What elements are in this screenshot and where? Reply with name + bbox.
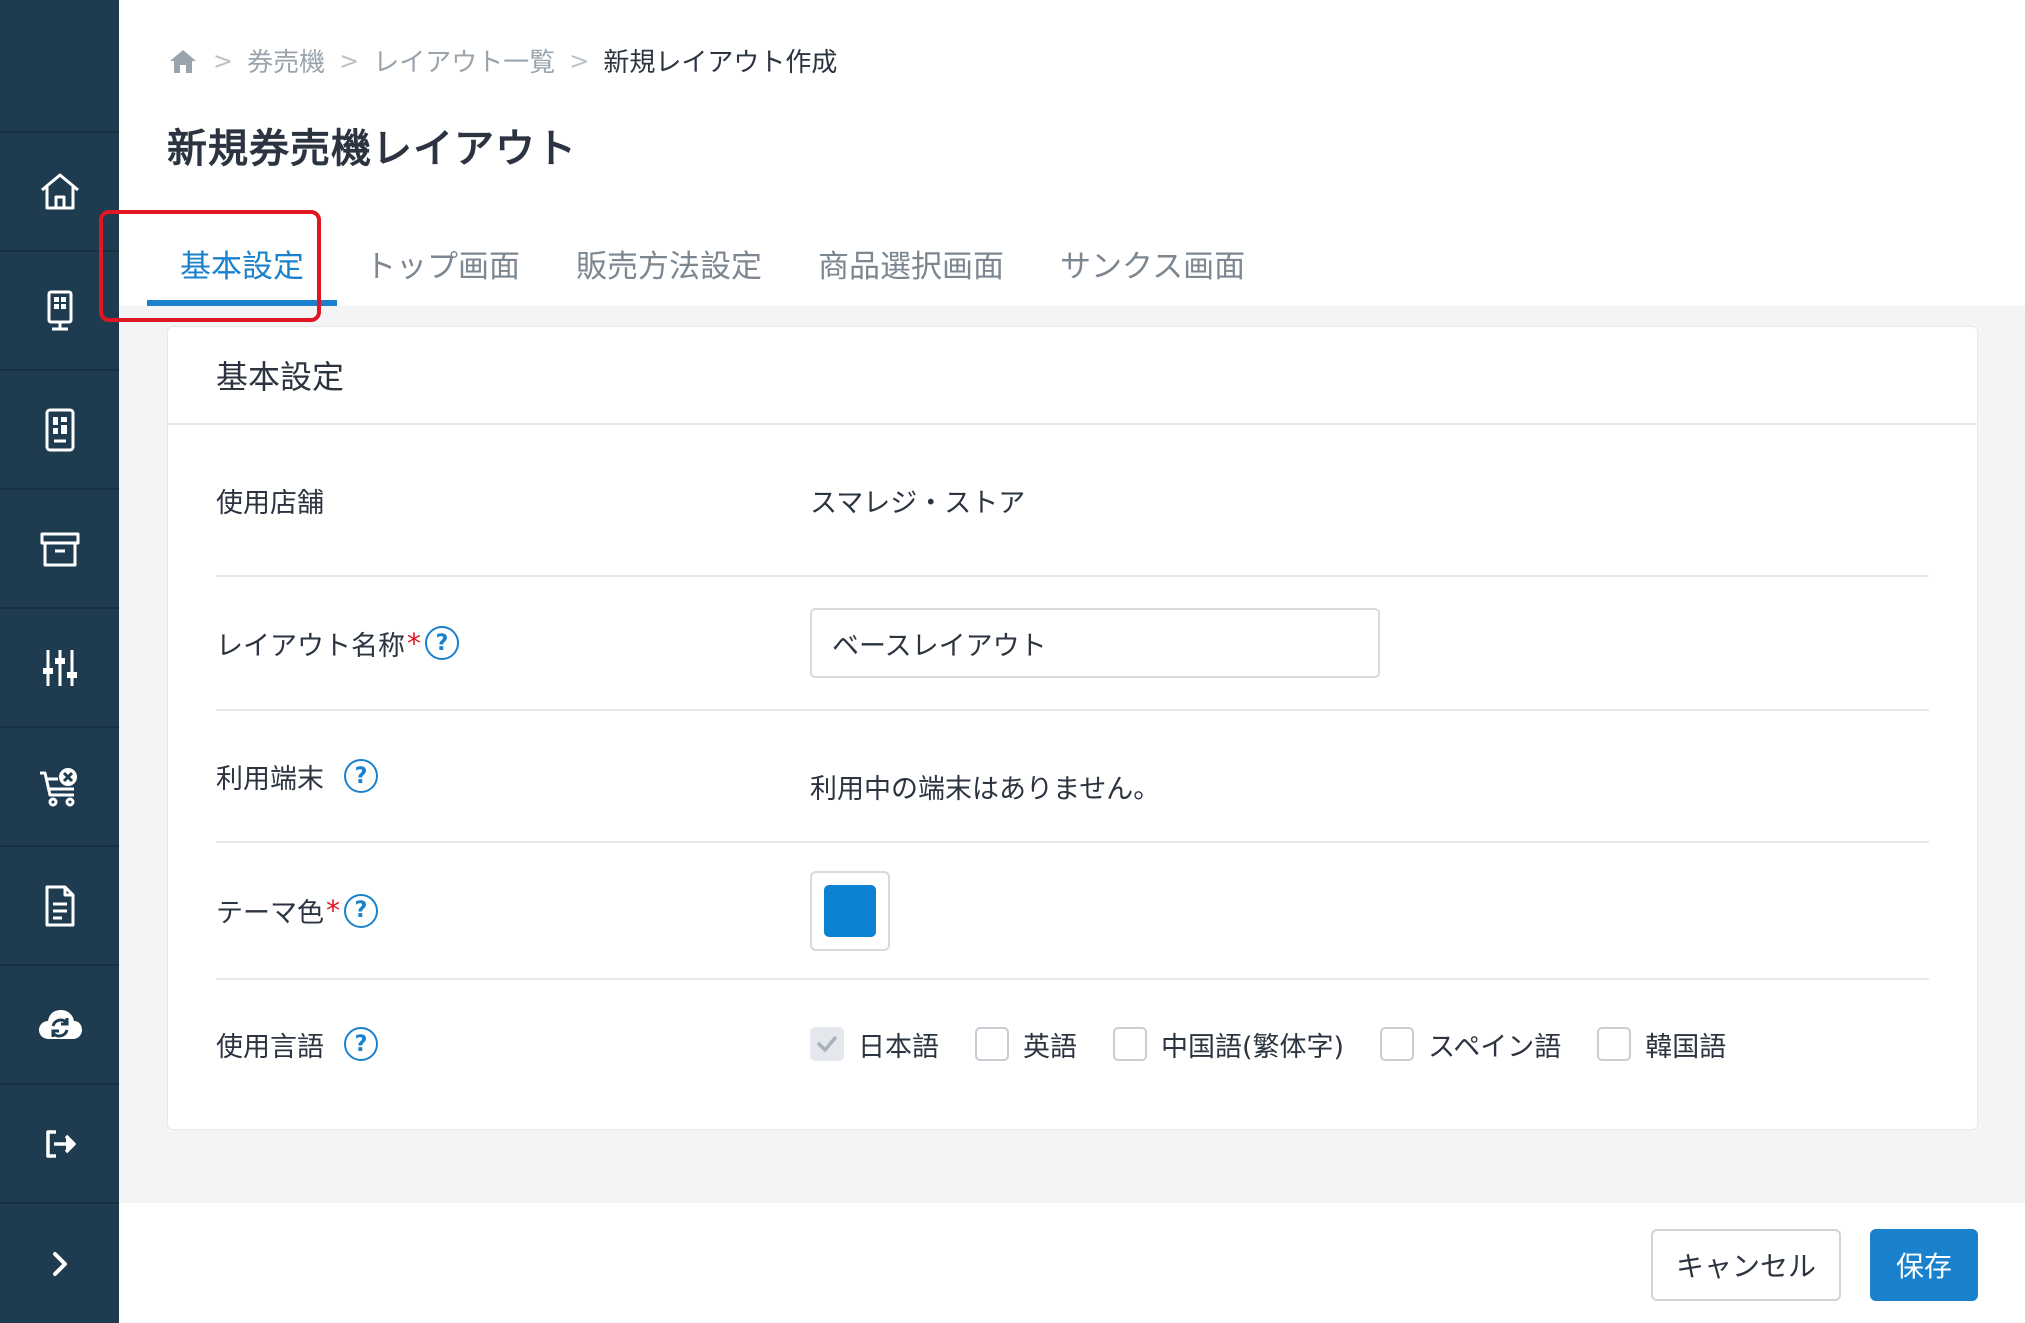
kiosk-icon bbox=[47, 290, 72, 330]
language-label: 韓国語 bbox=[1645, 1031, 1727, 1063]
sidebar bbox=[0, 0, 119, 1323]
breadcrumb-separator: > bbox=[213, 46, 234, 75]
settings-form: 使用店舗 スマレジ・ストア レイアウト名称 * ? 利用端末 bbox=[168, 425, 1977, 1108]
terminal-label-text: 利用端末 bbox=[216, 763, 324, 795]
language-label: 日本語 bbox=[858, 1031, 939, 1063]
logout-icon bbox=[45, 1129, 76, 1158]
language-option-japanese[interactable]: 日本語 bbox=[810, 1025, 939, 1064]
help-icon[interactable]: ? bbox=[344, 759, 378, 793]
required-mark: * bbox=[407, 626, 421, 660]
sidebar-item-settings[interactable] bbox=[0, 609, 119, 728]
sidebar-item-logout[interactable] bbox=[0, 1085, 119, 1204]
sidebar-header bbox=[0, 0, 119, 133]
checkbox-spanish[interactable] bbox=[1380, 1027, 1415, 1061]
sidebar-item-kiosk[interactable] bbox=[0, 252, 119, 371]
theme-color-label: テーマ色 * ? bbox=[216, 891, 810, 930]
theme-color-swatch bbox=[824, 884, 876, 937]
sidebar-item-document[interactable] bbox=[0, 847, 119, 966]
language-option-korean[interactable]: 韓国語 bbox=[1597, 1025, 1726, 1064]
home-icon bbox=[170, 49, 196, 73]
breadcrumb-separator: > bbox=[339, 46, 360, 75]
archive-icon bbox=[40, 532, 79, 566]
help-icon[interactable]: ? bbox=[344, 1027, 378, 1061]
checkbox-chinese-traditional[interactable] bbox=[1113, 1027, 1147, 1061]
footer-actions: キャンセル 保存 bbox=[119, 1203, 2025, 1323]
card-title: 基本設定 bbox=[168, 327, 1977, 425]
breadcrumb-current: 新規レイアウト作成 bbox=[603, 48, 838, 78]
cart-cancel-icon bbox=[39, 767, 77, 806]
main-content: > 券売機 > レイアウト一覧 > 新規レイアウト作成 新規券売機レイアウト 基… bbox=[99, 0, 2025, 1323]
page-title: 新規券売機レイアウト bbox=[167, 126, 577, 172]
page-header: > 券売機 > レイアウト一覧 > 新規レイアウト作成 新規券売機レイアウト 基… bbox=[99, 0, 2025, 322]
chevron-right-icon bbox=[52, 1251, 67, 1276]
tab-thanks-screen[interactable]: サンクス画面 bbox=[1032, 220, 1273, 306]
languages-label-text: 使用言語 bbox=[216, 1031, 324, 1063]
document-icon bbox=[45, 885, 74, 926]
language-label: スペイン語 bbox=[1428, 1031, 1562, 1063]
layout-name-label-text: レイアウト名称 bbox=[216, 630, 405, 662]
checkbox-english[interactable] bbox=[975, 1027, 1009, 1061]
required-mark: * bbox=[326, 894, 340, 927]
tab-product-selection[interactable]: 商品選択画面 bbox=[790, 220, 1032, 306]
language-option-english[interactable]: 英語 bbox=[975, 1025, 1077, 1064]
language-option-spanish[interactable]: スペイン語 bbox=[1380, 1025, 1561, 1064]
app: > 券売機 > レイアウト一覧 > 新規レイアウト作成 新規券売機レイアウト 基… bbox=[0, 0, 2025, 1323]
sidebar-item-layout[interactable] bbox=[0, 371, 119, 490]
tab-basic-settings[interactable]: 基本設定 bbox=[147, 220, 337, 306]
language-label: 英語 bbox=[1023, 1031, 1077, 1063]
cloud-sync-icon bbox=[38, 1009, 82, 1039]
sidebar-item-archive[interactable] bbox=[0, 490, 119, 609]
languages-options: 日本語 英語 中国語(繁体字) スペイン語 韓国語 bbox=[810, 1025, 1762, 1064]
layout-name-label: レイアウト名称 * ? bbox=[216, 624, 810, 663]
breadcrumb-item-kiosk[interactable]: 券売機 bbox=[247, 42, 325, 79]
theme-color-value bbox=[810, 870, 890, 951]
sidebar-item-cart-cancel[interactable] bbox=[0, 728, 119, 847]
checkbox-korean[interactable] bbox=[1597, 1027, 1632, 1061]
save-button[interactable]: 保存 bbox=[1870, 1229, 1978, 1301]
language-label: 中国語(繁体字) bbox=[1161, 1031, 1345, 1063]
sidebar-item-cloud-sync[interactable] bbox=[0, 966, 119, 1085]
cancel-button[interactable]: キャンセル bbox=[1651, 1229, 1841, 1301]
tab-sales-method[interactable]: 販売方法設定 bbox=[548, 220, 790, 306]
layout-name-input[interactable] bbox=[810, 608, 1380, 678]
breadcrumb: > 券売機 > レイアウト一覧 > 新規レイアウト作成 bbox=[167, 42, 837, 79]
store-label: 使用店舗 bbox=[216, 487, 324, 519]
breadcrumb-separator: > bbox=[569, 46, 590, 75]
row-terminal: 利用端末 ? 利用中の端末はありません。 bbox=[216, 711, 1929, 843]
row-layout-name: レイアウト名称 * ? bbox=[216, 577, 1929, 711]
store-value: スマレジ・ストア bbox=[810, 487, 1026, 519]
basic-settings-card: 基本設定 使用店舗 スマレジ・ストア レイアウト名称 * ? ベースレイアウト … bbox=[167, 326, 1978, 1130]
help-icon[interactable]: ? bbox=[344, 893, 378, 928]
breadcrumb-item-layout-list[interactable]: レイアウト一覧 bbox=[373, 42, 555, 79]
terminal-value: 利用中の端末はありません。 bbox=[810, 773, 1161, 805]
row-store: 使用店舗 スマレジ・ストア bbox=[216, 425, 1929, 577]
languages-label: 使用言語 ? bbox=[216, 1025, 810, 1064]
row-theme-color: テーマ色 * ? bbox=[216, 843, 1929, 980]
row-languages: 使用言語 ? 日本語 英語 中国語(繁体字) スペイン語 韓国語 bbox=[216, 980, 1929, 1108]
tablet-layout-icon bbox=[45, 408, 74, 451]
help-icon[interactable]: ? bbox=[425, 626, 459, 660]
theme-color-label-text: テーマ色 bbox=[216, 898, 324, 929]
theme-color-picker[interactable] bbox=[810, 870, 890, 951]
tab-top-screen[interactable]: トップ画面 bbox=[337, 220, 548, 306]
breadcrumb-home[interactable] bbox=[167, 45, 199, 77]
layout-name-value bbox=[810, 608, 1380, 678]
terminal-label: 利用端末 ? bbox=[216, 757, 810, 796]
tab-bar: 基本設定 トップ画面 販売方法設定 商品選択画面 サンクス画面 bbox=[119, 220, 1273, 306]
checkbox-japanese[interactable] bbox=[810, 1027, 844, 1061]
sidebar-item-home[interactable] bbox=[0, 133, 119, 252]
check-icon bbox=[817, 1036, 837, 1052]
sliders-icon bbox=[42, 649, 77, 686]
sidebar-expand[interactable] bbox=[0, 1204, 119, 1323]
language-option-chinese-traditional[interactable]: 中国語(繁体字) bbox=[1113, 1025, 1344, 1064]
home-icon bbox=[40, 173, 79, 209]
